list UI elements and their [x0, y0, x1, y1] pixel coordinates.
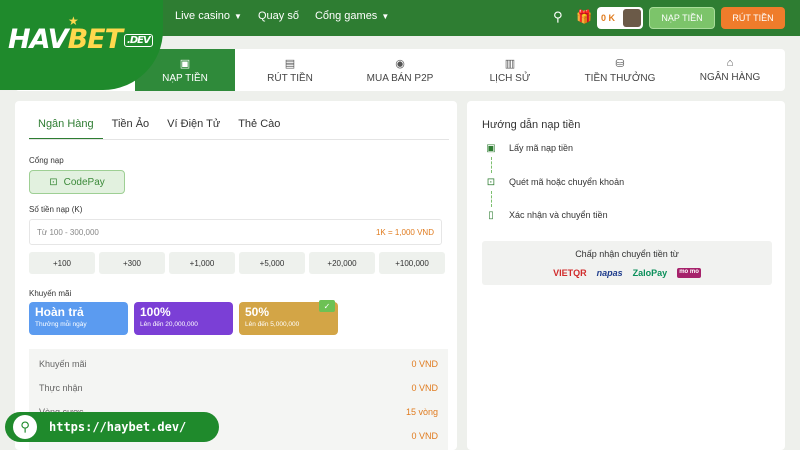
subtab-ngan-hang[interactable]: Ngân Hàng: [29, 111, 103, 140]
qr-scan-icon: ⊡: [49, 176, 58, 188]
clipboard-check-icon: ▣: [486, 142, 496, 154]
gift-icon[interactable]: 🎁: [576, 9, 592, 25]
tab-lich-su[interactable]: ▥ LỊCH SỬ: [460, 49, 560, 91]
amount-input[interactable]: Từ 100 - 300,000 1K = 1,000 VND: [29, 219, 442, 245]
subtab-vi-dien-tu[interactable]: Ví Điện Tử: [158, 111, 229, 140]
logo-block[interactable]: ★ HAVBET .DEV: [0, 0, 163, 90]
promo-50[interactable]: 50% Lên đến 5,000,000 ✓: [239, 300, 338, 335]
momo-logo: mo mo: [677, 268, 701, 278]
cash-icon: ▤: [284, 57, 296, 70]
step-connector: [491, 157, 492, 173]
deposit-method-tabs: Ngân Hàng Tiền Ảo Ví Điện Tử Thẻ Cào: [29, 111, 289, 140]
quick-amount-300[interactable]: +300: [99, 252, 165, 274]
quick-amount-100[interactable]: +100: [29, 252, 95, 274]
subtab-the-cao[interactable]: Thẻ Cào: [229, 111, 289, 140]
divider: [29, 139, 449, 140]
accepted-payments: Chấp nhận chuyển tiền từ VIETQR napas Za…: [482, 241, 772, 285]
history-icon: ▥: [504, 57, 516, 70]
step-connector: [491, 191, 492, 207]
quick-amount-5000[interactable]: +5,000: [239, 252, 305, 274]
main-nav: Live casino ▼ Quay số Cổng games ▼: [175, 10, 389, 22]
promo-hoan-tra[interactable]: Hoàn trả Thưởng mỗi ngày: [29, 302, 128, 335]
search-icon: ⚲: [13, 415, 37, 439]
url-banner: ⚲ https://haybet.dev/: [5, 412, 219, 442]
tab-rut-tien[interactable]: ▤ RÚT TIỀN: [240, 49, 340, 91]
codepay-option[interactable]: ⊡ CodePay: [29, 170, 125, 194]
qr-scan-icon: ⊡: [486, 176, 496, 188]
coin-exchange-icon: ◉: [395, 57, 405, 70]
amount-placeholder: Từ 100 - 300,000: [37, 227, 99, 237]
search-icon[interactable]: ⚲: [553, 9, 563, 25]
guide-step: ▯ Xác nhận và chuyển tiền: [485, 209, 607, 221]
bonus-coins-icon: ⛁: [615, 57, 625, 70]
wallet-icon: ▣: [179, 57, 191, 70]
quick-amount-20000[interactable]: +20,000: [309, 252, 375, 274]
guide-step: ▣ Lấy mã nạp tiền: [486, 142, 574, 154]
summary-row: Khuyến mãi 0 VND: [39, 359, 438, 369]
nav-live-casino[interactable]: Live casino ▼: [175, 10, 242, 22]
bank-icon: ⌂: [726, 57, 734, 69]
nav-cong-games[interactable]: Cổng games ▼: [315, 10, 389, 22]
gateway-label: Cổng nạp: [29, 156, 64, 165]
tab-mua-ban-p2p[interactable]: ◉ MUA BÁN P2P: [350, 49, 450, 91]
deposit-button[interactable]: NẠP TIỀN: [649, 7, 715, 29]
phone-confirm-icon: ▯: [488, 209, 494, 221]
vietqr-logo: VIETQR: [553, 268, 587, 278]
quick-amount-1000[interactable]: +1,000: [169, 252, 235, 274]
summary-row: Thực nhận 0 VND: [39, 383, 438, 393]
chevron-down-icon: ▼: [381, 11, 390, 21]
promo-100[interactable]: 100% Lên đến 20,000,000: [134, 302, 233, 335]
zalopay-logo: ZaloPay: [632, 268, 668, 278]
amount-label: Số tiền nạp (K): [29, 205, 83, 214]
logo: HAVBET .DEV: [8, 24, 153, 55]
promo-label: Khuyến mãi: [29, 289, 72, 298]
deposit-guide: Hướng dẫn nạp tiền ▣ Lấy mã nạp tiền ⊡ Q…: [467, 101, 785, 450]
napas-logo: napas: [596, 268, 623, 278]
nav-quay-so[interactable]: Quay số: [258, 10, 299, 22]
url-text: https://haybet.dev/: [49, 420, 187, 434]
chevron-down-icon: ▼: [234, 11, 242, 21]
subtab-tien-ao[interactable]: Tiền Ảo: [103, 111, 159, 140]
payment-logos: VIETQR napas ZaloPay mo mo: [482, 268, 772, 278]
withdraw-button[interactable]: RÚT TIỀN: [721, 7, 785, 29]
tab-ngan-hang[interactable]: ⌂ NGÂN HÀNG: [680, 49, 780, 91]
deposit-form: Ngân Hàng Tiền Ảo Ví Điện Tử Thẻ Cào Cổn…: [15, 101, 457, 450]
avatar[interactable]: [623, 9, 641, 27]
balance-box[interactable]: 0 K: [597, 7, 643, 29]
check-icon: ✓: [319, 300, 335, 312]
accept-title: Chấp nhận chuyển tiền từ: [575, 249, 679, 259]
guide-step: ⊡ Quét mã hoặc chuyển khoản: [486, 176, 625, 188]
quick-amount-100000[interactable]: +100,000: [379, 252, 445, 274]
amount-rate: 1K = 1,000 VND: [375, 227, 434, 237]
guide-title: Hướng dẫn nạp tiền: [482, 119, 581, 131]
tab-tien-thuong[interactable]: ⛁ TIỀN THƯỞNG: [570, 49, 670, 91]
